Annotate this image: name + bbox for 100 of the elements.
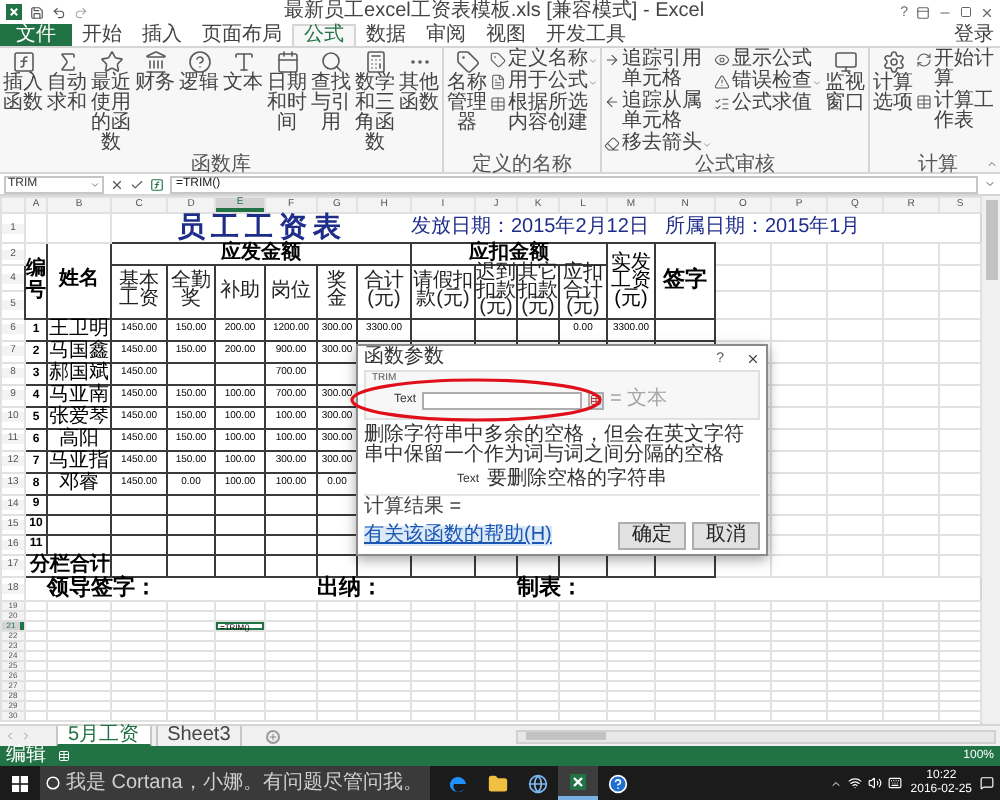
horizontal-scrollbar[interactable] [516,729,996,743]
ribbon-tab[interactable]: 审阅 [416,24,476,46]
save-icon[interactable] [30,5,44,19]
tray-expand-icon[interactable] [830,777,843,789]
group-label: 公式审核 [695,156,775,176]
eraser-icon [604,136,620,152]
dialog-title: 函数参数 [364,348,444,368]
circle-icon [46,776,60,790]
ribbon-button[interactable]: 公式求值 [714,94,822,114]
group-heading: 应发金额 [221,242,301,264]
sign-in-link[interactable]: 登录 [954,26,1000,46]
type-icon [231,50,255,74]
ribbon-button[interactable]: 财务 [134,48,176,156]
column-heading: 奖金 [327,270,347,310]
warning-icon [714,74,730,90]
settings-icon [881,50,905,74]
monitor-icon [833,50,857,74]
ribbon-display-icon[interactable] [916,5,930,19]
dialog-button[interactable]: 取消 [692,522,760,550]
volume-icon[interactable] [868,776,883,790]
ribbon-tab[interactable]: 页面布局 [192,24,292,46]
sheet-tab[interactable]: 5月工资 [56,725,152,747]
help-link[interactable]: 有关该函数的帮助(H) [364,526,552,546]
function-description: 删除字符串中多余的空格，但会在英文字符串中保留一个作为词与词之间分隔的空格 [362,426,746,466]
argument-help: 要删除空格的字符串 [487,470,667,490]
ribbon-button[interactable]: 其他函数 [398,48,440,156]
ribbon-tab[interactable]: 文件 [0,24,72,46]
ribbon-button[interactable]: 监视窗口 [824,48,866,156]
ribbon-button[interactable]: 计算选项 [872,48,914,156]
column-heading: 实发工资(元) [611,251,651,310]
function-icon [11,50,35,74]
arrow-right-icon [604,52,620,68]
ribbon-button[interactable]: 追踪引用单元格 [604,50,712,90]
folder-icon [488,773,508,793]
column-heading: 合计(元) [364,270,404,310]
ribbon-button[interactable]: 名称管理器 [446,48,488,156]
tag-icon [455,50,479,74]
ribbon-tab[interactable]: 视图 [476,24,536,46]
function-icon[interactable] [150,177,164,191]
ribbon-button[interactable]: 开始计算 [916,50,1000,90]
argument-result: = 文本 [610,390,668,410]
ribbon-button[interactable]: 追踪从属单元格 [604,92,712,132]
period-date: 所属日期：2015年1月 [664,218,861,238]
signature-label: 出纳： [317,575,383,599]
caret-icon [588,78,598,88]
ribbon-tab[interactable]: 数据 [356,24,416,46]
caret-icon [812,78,822,88]
ribbon-button[interactable]: 文本 [222,48,264,156]
table-cell: 邓睿 [59,471,99,493]
ribbon-button[interactable]: 插入函数 [2,48,44,156]
close-icon[interactable] [980,5,994,19]
table-cell: 张爱琴 [49,405,109,427]
ribbon-button[interactable]: 计算工作表 [916,92,1000,132]
column-heading: 请假扣款(元) [413,270,473,310]
table-icon [916,94,932,110]
star-icon [99,50,123,74]
vertical-scrollbar[interactable] [980,196,1000,724]
ribbon-button[interactable]: 最近使用的函数 [90,48,132,156]
windows-logo-icon [12,775,28,791]
ribbon-button[interactable]: 用于公式 [490,72,598,92]
table-icon [490,96,506,112]
network-icon[interactable] [848,776,863,790]
ribbon-button[interactable]: 移去箭头 [604,134,712,154]
calculator-icon [363,50,387,74]
keyboard-icon[interactable] [888,776,903,790]
group-heading: 应扣金额 [469,242,549,264]
notification-icon[interactable] [980,776,994,790]
maximize-icon[interactable] [960,6,972,18]
ribbon-tab[interactable]: 开发工具 [536,24,636,46]
arrow-left-icon [604,94,620,110]
caret-icon [702,140,712,150]
cancel-icon[interactable] [110,177,124,191]
search-icon [319,50,343,74]
ribbon-tab[interactable]: 插入 [132,24,192,46]
ribbon-tab[interactable]: 开始 [72,24,132,46]
table-cell: 郝国斌 [49,361,109,383]
search-field[interactable]: 我是 Cortana，小娜。有问题尽管问我。 [40,766,430,800]
ribbon-button[interactable]: 显示公式 [714,50,822,70]
dialog-button[interactable]: 确定 [618,522,686,550]
ribbon-button[interactable]: 数学和三角函数 [354,48,396,156]
table-cell: 马国鑫 [49,339,109,361]
ribbon-tab[interactable]: 公式 [292,24,356,46]
status-mode: 编辑 [6,746,46,766]
ribbon-button[interactable]: 逻辑 [178,48,220,156]
taskbar-app[interactable] [558,766,598,800]
ribbon-button[interactable]: 查找与引用 [310,48,352,156]
undo-icon[interactable] [52,5,66,19]
globe-icon [528,773,548,793]
ribbon-button[interactable]: 定义名称 [490,50,598,70]
close-button[interactable] [744,350,760,366]
ribbon-button[interactable]: 日期和时间 [266,48,308,156]
bank-icon [143,50,167,74]
check-icon[interactable] [130,177,144,191]
argument-field[interactable] [422,391,582,409]
caret-icon [588,56,598,66]
column-heading: 姓名 [59,268,99,291]
ribbon-button[interactable]: 错误检查 [714,72,822,92]
ribbon-button[interactable]: 根据所选内容创建 [490,94,598,134]
table-cell: 马亚指 [49,449,109,471]
ribbon-button[interactable]: 自动求和 [46,48,88,156]
